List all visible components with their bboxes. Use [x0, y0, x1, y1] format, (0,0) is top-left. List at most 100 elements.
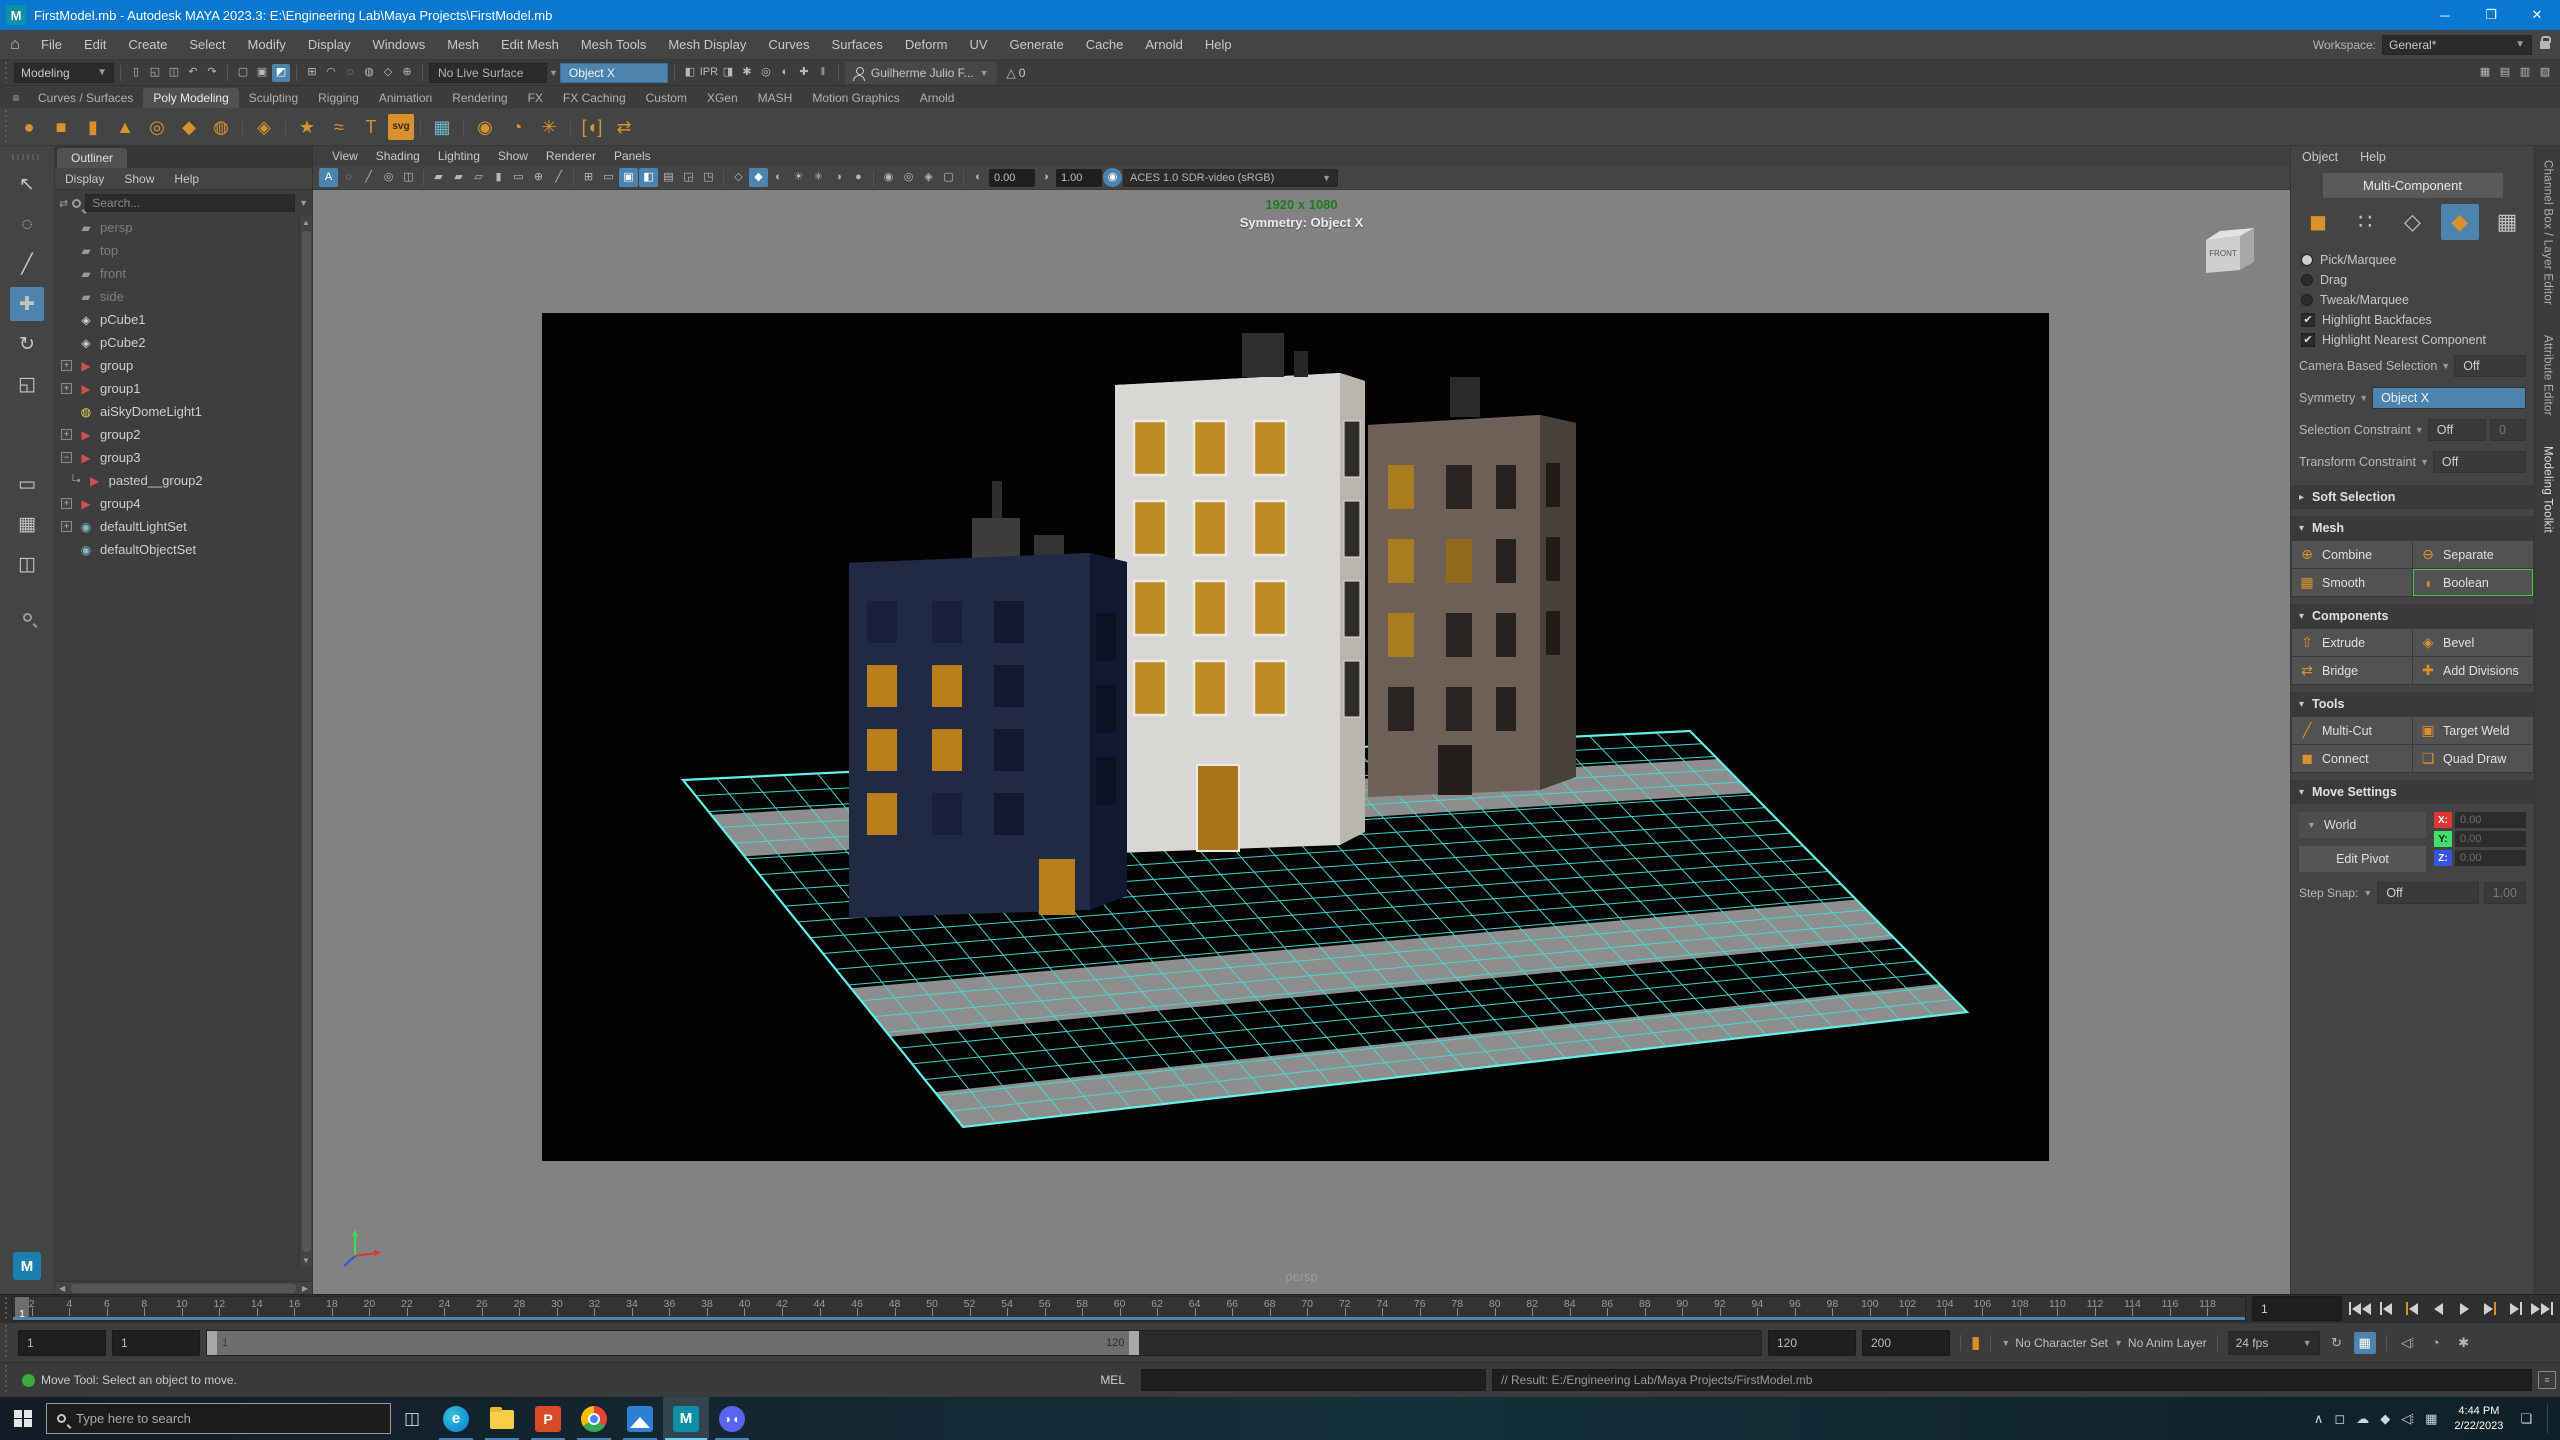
side-tab-attribute-editor[interactable]: Attribute Editor — [2542, 335, 2554, 416]
menu-modify[interactable]: Modify — [237, 30, 297, 60]
texture-paint-icon[interactable]: ✚ — [795, 64, 813, 82]
close-button[interactable]: ✕ — [2514, 0, 2560, 30]
menu-mesh-display[interactable]: Mesh Display — [657, 30, 757, 60]
outliner-item-pCube2[interactable]: ◈pCube2 — [55, 331, 312, 354]
menu-set-dropdown[interactable]: Modeling ▼ — [14, 63, 114, 83]
outliner-vscrollbar[interactable]: ▲▼ — [299, 216, 312, 1267]
play-backwards-button[interactable] — [2426, 1298, 2450, 1320]
poly-cone-icon[interactable]: ▲ — [110, 112, 140, 142]
select-value-field[interactable]: Off — [2433, 451, 2526, 473]
animation-start-field[interactable]: 1 — [18, 1330, 106, 1356]
snap-curve-icon[interactable]: ◠ — [322, 64, 340, 82]
previous-key-button[interactable] — [2400, 1298, 2424, 1320]
chevron-down-icon[interactable]: ▼ — [2359, 393, 2368, 403]
step-forward-button[interactable] — [2504, 1298, 2528, 1320]
tools-header[interactable]: ▾ Tools — [2291, 692, 2534, 716]
side-tab-modeling-toolkit[interactable]: Modeling Toolkit — [2542, 446, 2554, 533]
photos-taskbar-icon[interactable] — [617, 1397, 663, 1440]
extrude-button[interactable]: ⇧Extrude — [2292, 629, 2412, 656]
step-snap-dropdown[interactable]: Off — [2377, 882, 2478, 904]
render-sequence-icon[interactable]: ◨ — [719, 64, 737, 82]
script-editor-icon[interactable]: ≡ — [2538, 1371, 2556, 1389]
timeline-track[interactable]: 1 24681012141618202224262830323436384042… — [12, 1296, 2246, 1321]
sidebar-channel-box-icon[interactable]: ▤ — [2496, 64, 2514, 82]
snap-view-icon[interactable]: ⊕ — [398, 64, 416, 82]
lasso-select-icon[interactable]: ◌ — [339, 168, 358, 187]
maya-taskbar-icon[interactable]: M — [663, 1397, 709, 1440]
edge-mode-icon[interactable]: ◇ — [2394, 204, 2432, 240]
image-plane-icon[interactable]: ▭ — [509, 168, 528, 187]
chevron-down-icon[interactable]: ▼ — [2415, 425, 2424, 435]
curve-star-icon[interactable]: ★ — [292, 112, 322, 142]
select-tool-icon[interactable]: ↖ — [10, 167, 44, 201]
playback-start-field[interactable]: 1 — [112, 1330, 200, 1356]
grip-handle[interactable] — [2, 1365, 10, 1395]
taskbar-search-input[interactable] — [74, 1410, 380, 1427]
set-key-icon[interactable]: ▮ — [1971, 1333, 1980, 1353]
defender-icon[interactable]: ◆ — [2380, 1411, 2390, 1427]
chevron-down-icon[interactable]: ▼ — [2363, 888, 2372, 898]
menu-cache[interactable]: Cache — [1075, 30, 1135, 60]
user-account-menu[interactable]: Guilherme Julio F... ▼ — [845, 62, 997, 84]
sidebar-modeling-toolkit-icon[interactable]: ▦ — [2476, 64, 2494, 82]
render-frame[interactable] — [542, 313, 2049, 1161]
show-desktop-button[interactable] — [2547, 1404, 2552, 1433]
outliner-item-pCube1[interactable]: ◈pCube1 — [55, 308, 312, 331]
outliner-menu-display[interactable]: Display — [55, 172, 114, 186]
outliner-menu-show[interactable]: Show — [114, 172, 164, 186]
expander-icon[interactable]: + — [61, 498, 72, 509]
exposure-field[interactable]: 0.00 — [989, 169, 1035, 187]
action-center-icon[interactable]: ❏ — [2520, 1411, 2532, 1427]
shelf-tab-fx-caching[interactable]: FX Caching — [553, 88, 636, 108]
bevel-button[interactable]: ◈Bevel — [2413, 629, 2533, 656]
colorspace-dropdown[interactable]: ACES 1.0 SDR-video (sRGB) ▼ — [1123, 169, 1338, 187]
save-file-icon[interactable]: ◫ — [165, 64, 183, 82]
viewport-menu-show[interactable]: Show — [489, 149, 537, 163]
multi-component-button[interactable]: Multi-Component — [2323, 173, 2503, 198]
checkbox-icon[interactable]: ✔ — [2301, 313, 2315, 327]
outliner-item-top[interactable]: ▰top — [55, 239, 312, 262]
multi-cut-button[interactable]: ╱Multi-Cut — [2292, 717, 2412, 744]
toolkit-menu-object[interactable]: Object — [2291, 150, 2349, 164]
symmetry-toggle-icon[interactable]: ◫ — [399, 168, 418, 187]
live-surface-field[interactable]: No Live Surface — [429, 63, 547, 83]
bridge-button[interactable]: ⇄Bridge — [2292, 657, 2412, 684]
anim-layer-dropdown[interactable]: ▼ No Anim Layer — [2114, 1331, 2207, 1355]
safe-action-icon[interactable]: ◲ — [679, 168, 698, 187]
outliner-item-group2[interactable]: +▶group2 — [55, 423, 312, 446]
current-frame-field[interactable]: 1 — [2252, 1296, 2342, 1321]
wireframe-mode-icon[interactable]: ◇ — [729, 168, 748, 187]
grip-handle[interactable] — [2, 62, 10, 83]
poly-sphere-icon[interactable]: ● — [14, 112, 44, 142]
shelf-tab-fx[interactable]: FX — [518, 88, 553, 108]
volume-icon[interactable]: ◁⦙ — [2401, 1411, 2414, 1427]
menu-create[interactable]: Create — [117, 30, 178, 60]
chevron-down-icon[interactable]: ▼ — [549, 68, 558, 78]
range-start-handle[interactable] — [207, 1331, 217, 1355]
range-end-handle[interactable] — [1129, 1331, 1139, 1355]
poly-cube-icon[interactable]: ■ — [46, 112, 76, 142]
outliner-search-input[interactable] — [85, 194, 295, 212]
grid-toggle-icon[interactable]: ⊞ — [579, 168, 598, 187]
onedrive-icon[interactable]: ☁ — [2356, 1411, 2369, 1427]
sidebar-attribute-editor-icon[interactable]: ▥ — [2516, 64, 2534, 82]
select-component-icon[interactable]: ◩ — [272, 64, 290, 82]
maya-logo-badge[interactable]: M — [13, 1252, 41, 1280]
new-file-icon[interactable]: ▯ — [127, 64, 145, 82]
taskbar-clock[interactable]: 4:44 PM 2/22/2023 — [2448, 1404, 2509, 1433]
outliner-item-group3[interactable]: −▶group3 — [55, 446, 312, 469]
menu-mesh-tools[interactable]: Mesh Tools — [570, 30, 658, 60]
shelf-tab-sculpting[interactable]: Sculpting — [239, 88, 308, 108]
edit-pivot-button[interactable]: Edit Pivot — [2299, 846, 2426, 872]
soft-select-icon[interactable]: ◎ — [379, 168, 398, 187]
menu-curves[interactable]: Curves — [757, 30, 820, 60]
select-value-field[interactable]: Object X — [2372, 387, 2526, 409]
axis-x-field[interactable]: 0.00 — [2455, 812, 2526, 828]
soft-selection-header[interactable]: ▸ Soft Selection — [2291, 485, 2534, 509]
scrollbar-thumb[interactable] — [302, 231, 311, 1252]
wireframe-on-shaded-icon[interactable]: ◈ — [919, 168, 938, 187]
view-cube[interactable]: FRONT — [2196, 218, 2260, 282]
undo-icon[interactable]: ↶ — [184, 64, 202, 82]
scrollbar-thumb[interactable] — [71, 1284, 296, 1293]
platonic-solid-icon[interactable]: ◈ — [249, 112, 279, 142]
